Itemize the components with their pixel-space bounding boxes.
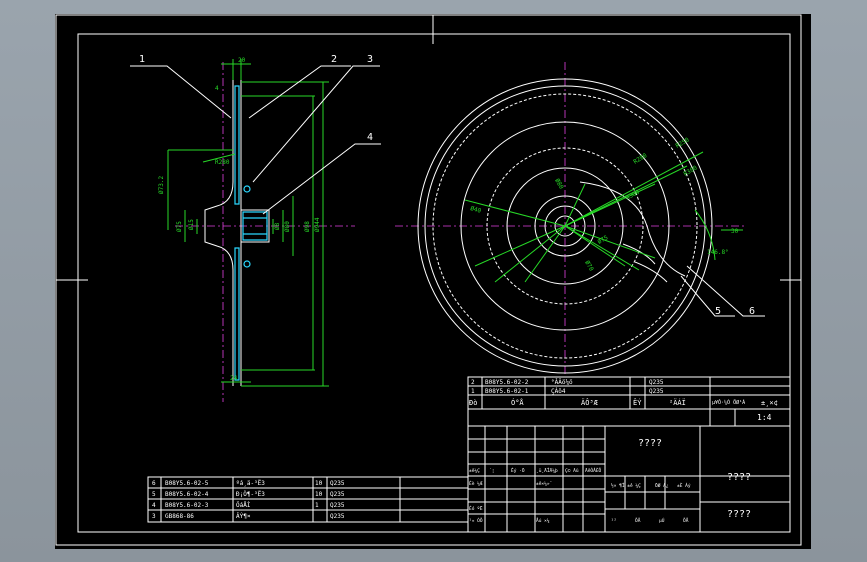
drawing-number: ???? <box>727 509 751 520</box>
rev-row-process: ¹¤ ÒÕ <box>469 517 483 524</box>
balloon-2: 2 <box>331 54 337 65</box>
sheet-total: ¹² <box>611 519 616 524</box>
dim-70-right: Ø70 <box>583 260 595 273</box>
dim-r280: R280 <box>632 152 648 166</box>
bom-row-6-no: 6 <box>152 480 156 487</box>
part-row-1-name: °ÂÂö¼ö <box>551 379 573 386</box>
part-row-1-code: B08Y5.6-02-2 <box>485 379 529 386</box>
ratio: 1:4 <box>757 413 772 422</box>
bom-row-5-qty: 10 <box>315 491 323 498</box>
sheet-index: µÚ <box>659 517 665 524</box>
header-material: ²ÄÁÏ <box>669 398 686 407</box>
rev-row-design: Éè ¼Æ <box>469 479 483 487</box>
bom-row-4-no: 4 <box>152 502 156 509</box>
company-name: ???? <box>727 472 751 483</box>
section-view <box>130 59 381 402</box>
sheet-unit-1: ÕÅ <box>635 517 641 524</box>
drawing-title: ???? <box>638 438 662 449</box>
dim-20: 20 <box>238 57 246 64</box>
bom-row-6-name: ºá¸ä-³Ë3 <box>236 480 265 487</box>
dim-8: Ø8 <box>274 222 281 230</box>
rev-zone: Êý ·Ö <box>511 466 525 474</box>
rev-date: ÄêÔÂÈÕ <box>585 466 602 474</box>
bom-row-4-code: B08Y5.6-02-3 <box>165 502 209 509</box>
dim-732: Ø73.2 <box>158 176 165 194</box>
balloon-1: 1 <box>139 54 145 65</box>
dim-4: 4 <box>215 85 219 92</box>
bom-row-6-code: B08Y5.6-02-5 <box>165 480 209 487</box>
header-name: ÄÔ³Æ <box>581 398 599 407</box>
dim-40-right: Ø40 <box>469 205 482 215</box>
dim-angle: 146.8° <box>707 249 729 256</box>
dim-30: 30 <box>731 228 739 235</box>
dim-24: 24 <box>230 375 238 382</box>
part-row-2-mat: Q235 <box>649 388 664 395</box>
bom-row-3-name: ÂÝ¶¤ <box>236 513 251 520</box>
header-weight: µ¥Ô·¼Ó ÖØ¹Á <box>712 399 745 406</box>
bom-row-3-mat: Q235 <box>330 513 345 520</box>
part-row-2-code: B08Y5.6-02-1 <box>485 388 529 395</box>
balloon-6: 6 <box>749 306 755 317</box>
bom-row-6-qty: 10 <box>315 480 323 487</box>
bom-row-3-code: GB868-86 <box>165 513 194 520</box>
dim-75: Ø75 <box>176 221 183 232</box>
front-view <box>395 62 765 374</box>
rev-doc: ¸ü¸ÄÎÄ¼þ <box>536 467 558 474</box>
dim-75-right: Ø75 <box>597 234 610 246</box>
balloon-5: 5 <box>715 306 721 317</box>
bom-row-4-mat: Q235 <box>330 502 345 509</box>
bom-row-5-no: 5 <box>152 491 156 498</box>
rev-row-std: ±ê×¼»¯ <box>536 480 553 487</box>
rev-row-check: Éó ºË <box>469 504 483 512</box>
part-row-1-no: 2 <box>471 379 475 386</box>
bom-row-4-name: ÖáÅÌ <box>236 502 251 509</box>
bom-row-4-qty: 1 <box>315 502 319 509</box>
dim-944: Ø944 <box>314 217 321 232</box>
header-no: Ðò <box>469 399 477 407</box>
stage-scale: ±È Àý <box>677 481 691 489</box>
part-row-1-mat: Q235 <box>649 379 664 386</box>
dim-80-right: Ø80 <box>553 178 565 191</box>
bom-row-5-name: Ð¡Ò¶-³Ë3 <box>236 491 265 498</box>
part-row-2-name: ÇÀö4 <box>551 388 566 395</box>
drawing-canvas: 1 2 3 4 20 4 R280 Ø73.2 Ø75 Ø15 Ø8 Ø80 Ø… <box>55 14 802 546</box>
cad-viewport[interactable]: 1 2 3 4 20 4 R280 Ø73.2 Ø75 Ø15 Ø8 Ø80 Ø… <box>55 14 811 549</box>
sheet-unit-2: ÕÅ <box>683 517 689 524</box>
dim-r280: R280 <box>215 159 230 166</box>
header-qty: ÊÝ <box>633 398 642 407</box>
dim-r300: R300 <box>683 164 699 177</box>
bom-row-6-mat: Q235 <box>330 480 345 487</box>
stage-weight: ÖØ Á¿ <box>655 482 669 489</box>
stage-mark: ½× ¶Î ±ê ¼Ç <box>611 482 641 489</box>
rev-sign: Ç© Ãû <box>565 467 579 474</box>
bom-row-3-no: 3 <box>152 513 156 520</box>
dim-r250: R250 <box>675 136 691 149</box>
rev-place: ´¦ <box>489 468 494 474</box>
balloon-4: 4 <box>367 132 373 143</box>
rev-mark: ±ê¼Ç <box>469 467 480 474</box>
dim-98: Ø98 <box>304 221 311 232</box>
dim-80: Ø80 <box>284 221 291 232</box>
bom-row-5-mat: Q235 <box>330 491 345 498</box>
part-row-2-no: 1 <box>471 388 475 395</box>
header-code: Ó°Å <box>511 398 524 407</box>
header-remark: ±¸×¢ <box>761 399 778 407</box>
dim-15: Ø15 <box>188 219 195 230</box>
balloon-3: 3 <box>367 54 373 65</box>
bom-row-5-code: B08Y5.6-02-4 <box>165 491 209 498</box>
inner-frame <box>77 33 791 533</box>
rev-row-approve: Åú ×¼ <box>536 517 550 524</box>
